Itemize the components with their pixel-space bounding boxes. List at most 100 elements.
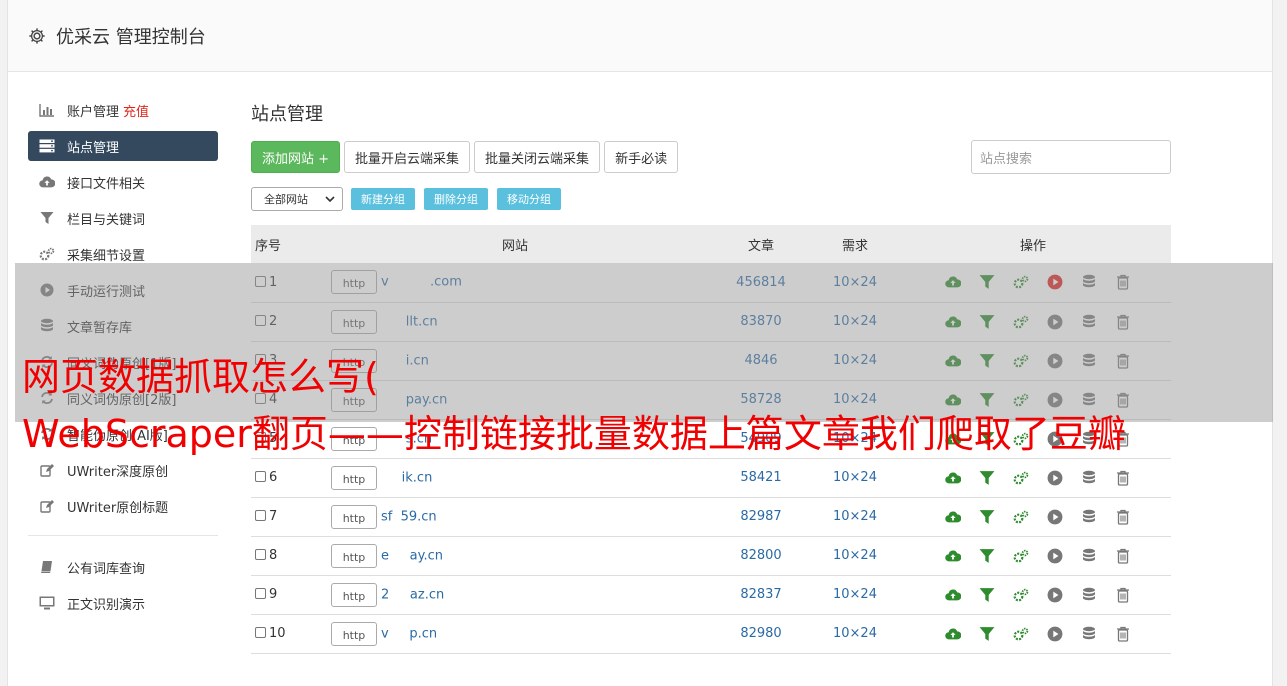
gears-icon[interactable]: [1013, 587, 1029, 603]
row-actions: [905, 548, 1171, 564]
sidebar-item-interface-files[interactable]: 接口文件相关: [28, 167, 218, 197]
monitor-icon: [39, 595, 55, 611]
article-count[interactable]: 82987: [707, 497, 815, 537]
gears-icon[interactable]: [1013, 470, 1029, 486]
demand-value[interactable]: 10×24: [815, 614, 895, 654]
filter-icon[interactable]: [979, 587, 995, 603]
move-group-button[interactable]: 移动分组: [497, 188, 561, 210]
site-link[interactable]: e ay.cn: [381, 548, 443, 563]
gear-icon: [29, 27, 45, 44]
sidebar-item-uwriter-title[interactable]: UWriter原创标题: [28, 491, 218, 521]
sidebar-item-columns-keywords[interactable]: 栏目与关键词: [28, 203, 218, 233]
overlay-title-line-1: 网页数据抓取怎么写(: [22, 355, 379, 399]
sidebar-item-label: 账户管理: [67, 104, 120, 120]
row-checkbox[interactable]: [255, 549, 266, 560]
table-row: 6 http ik.cn 58421 10×24: [251, 458, 1171, 498]
group-select[interactable]: 全部网站: [251, 187, 343, 211]
sidebar-item-account[interactable]: 账户管理 充值: [28, 95, 218, 125]
row-checkbox[interactable]: [255, 588, 266, 599]
play-circle-icon[interactable]: [1047, 509, 1063, 525]
filter-icon[interactable]: [979, 626, 995, 642]
protocol-badge[interactable]: http: [331, 621, 377, 646]
row-checkbox[interactable]: [255, 510, 266, 521]
gears-icon: [39, 246, 55, 262]
cloud-upload-icon[interactable]: [945, 626, 961, 642]
site-link[interactable]: ik.cn: [381, 470, 433, 485]
row-checkbox[interactable]: [255, 471, 266, 482]
trash-icon[interactable]: [1115, 470, 1131, 486]
cloud-upload-icon[interactable]: [945, 548, 961, 564]
row-ops-cell: [895, 536, 1171, 576]
demand-value[interactable]: 10×24: [815, 575, 895, 615]
play-circle-icon[interactable]: [1047, 587, 1063, 603]
sidebar-item-body-recognition[interactable]: 正文识别演示: [28, 588, 218, 618]
database-icon[interactable]: [1081, 587, 1097, 603]
filter-icon[interactable]: [979, 509, 995, 525]
group-select-value: 全部网站: [264, 193, 308, 206]
article-count[interactable]: 82837: [707, 575, 815, 615]
trash-icon[interactable]: [1115, 548, 1131, 564]
server-list-icon: [39, 138, 55, 154]
database-icon[interactable]: [1081, 548, 1097, 564]
filter-icon[interactable]: [979, 548, 995, 564]
trash-icon[interactable]: [1115, 509, 1131, 525]
row-ops-cell: [895, 614, 1171, 654]
article-count[interactable]: 58421: [707, 458, 815, 498]
sidebar-item-public-lexicon[interactable]: 公有词库查询: [28, 552, 218, 582]
header-ops: 操作: [895, 225, 1171, 263]
cloud-upload-icon[interactable]: [945, 470, 961, 486]
gears-icon[interactable]: [1013, 509, 1029, 525]
beginner-guide-button[interactable]: 新手必读: [604, 141, 679, 173]
header-demand: 需求: [815, 225, 895, 263]
article-count[interactable]: 82980: [707, 614, 815, 654]
cloud-upload-icon: [39, 174, 55, 190]
add-site-button[interactable]: 添加网站 +: [251, 141, 341, 173]
gears-icon[interactable]: [1013, 626, 1029, 642]
row-no-cell: 7: [251, 497, 323, 537]
demand-value[interactable]: 10×24: [815, 458, 895, 498]
batch-close-cloud-button[interactable]: 批量关闭云端采集: [474, 141, 601, 173]
row-actions: [905, 509, 1171, 525]
row-number: 9: [269, 587, 278, 602]
sidebar-item-uwriter-deep[interactable]: UWriter深度原创: [28, 455, 218, 485]
delete-group-button[interactable]: 删除分组: [424, 188, 488, 210]
demand-value[interactable]: 10×24: [815, 497, 895, 537]
row-checkbox[interactable]: [255, 627, 266, 638]
database-icon[interactable]: [1081, 509, 1097, 525]
row-number: 10: [269, 626, 286, 641]
site-link[interactable]: 2 az.cn: [381, 587, 444, 602]
filter-icon[interactable]: [979, 470, 995, 486]
row-site-cell: http v p.cn: [323, 614, 707, 654]
play-circle-icon[interactable]: [1047, 470, 1063, 486]
trash-icon[interactable]: [1115, 587, 1131, 603]
protocol-badge[interactable]: http: [331, 582, 377, 607]
protocol-badge[interactable]: http: [331, 543, 377, 568]
book-icon: [39, 559, 55, 575]
row-ops-cell: [895, 458, 1171, 498]
batch-open-cloud-button[interactable]: 批量开启云端采集: [344, 141, 471, 173]
row-no-cell: 6: [251, 458, 323, 498]
site-link[interactable]: sf 59.cn: [381, 509, 437, 524]
new-group-button[interactable]: 新建分组: [351, 188, 415, 210]
chevron-down-icon: [325, 196, 335, 203]
play-circle-icon[interactable]: [1047, 548, 1063, 564]
article-count[interactable]: 82800: [707, 536, 815, 576]
protocol-badge[interactable]: http: [331, 465, 377, 490]
sidebar-item-sites[interactable]: 站点管理: [28, 131, 218, 161]
database-icon[interactable]: [1081, 470, 1097, 486]
recharge-link[interactable]: 充值: [123, 101, 149, 120]
row-no-cell: 10: [251, 614, 323, 654]
trash-icon[interactable]: [1115, 626, 1131, 642]
group-toolbar: 全部网站 新建分组 删除分组 移动分组: [251, 186, 1171, 212]
demand-value[interactable]: 10×24: [815, 536, 895, 576]
site-search-input[interactable]: 站点搜索: [971, 140, 1171, 174]
database-icon[interactable]: [1081, 626, 1097, 642]
cloud-upload-icon[interactable]: [945, 587, 961, 603]
gears-icon[interactable]: [1013, 548, 1029, 564]
play-circle-icon[interactable]: [1047, 626, 1063, 642]
row-no-cell: 8: [251, 536, 323, 576]
protocol-badge[interactable]: http: [331, 504, 377, 529]
row-number: 6: [269, 470, 278, 485]
cloud-upload-icon[interactable]: [945, 509, 961, 525]
site-link[interactable]: v p.cn: [381, 626, 437, 641]
